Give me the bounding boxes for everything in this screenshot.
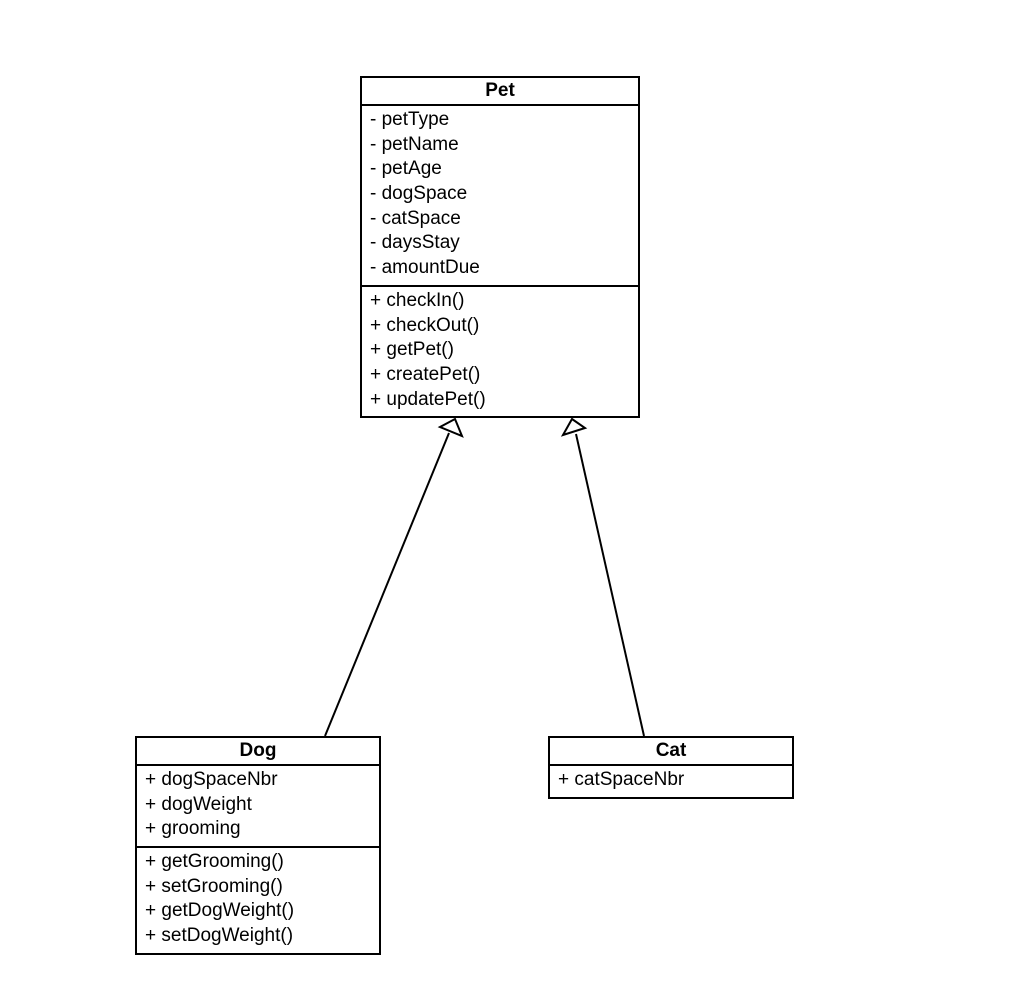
attribute: + dogWeight: [145, 793, 371, 818]
attribute: - petName: [370, 133, 630, 158]
method: + createPet(): [370, 363, 630, 388]
class-dog-name: Dog: [137, 738, 379, 766]
class-dog-methods: + getGrooming() + setGrooming() + getDog…: [137, 848, 379, 953]
attribute: - catSpace: [370, 207, 630, 232]
method: + checkIn(): [370, 289, 630, 314]
method: + getDogWeight(): [145, 899, 371, 924]
attribute: + grooming: [145, 817, 371, 842]
class-pet-methods: + checkIn() + checkOut() + getPet() + cr…: [362, 287, 638, 416]
class-cat: Cat + catSpaceNbr: [548, 736, 794, 799]
attribute: + dogSpaceNbr: [145, 768, 371, 793]
attribute: - petType: [370, 108, 630, 133]
attribute: - dogSpace: [370, 182, 630, 207]
class-pet-name: Pet: [362, 78, 638, 106]
attribute: - daysStay: [370, 231, 630, 256]
method: + setDogWeight(): [145, 924, 371, 949]
class-dog-attributes: + dogSpaceNbr + dogWeight + grooming: [137, 766, 379, 848]
method: + getGrooming(): [145, 850, 371, 875]
class-pet: Pet - petType - petName - petAge - dogSp…: [360, 76, 640, 418]
inheritance-dog-to-pet: [325, 419, 462, 736]
attribute: - amountDue: [370, 256, 630, 281]
method: + getPet(): [370, 338, 630, 363]
attribute: - petAge: [370, 157, 630, 182]
class-dog: Dog + dogSpaceNbr + dogWeight + grooming…: [135, 736, 381, 955]
method: + checkOut(): [370, 314, 630, 339]
method: + setGrooming(): [145, 875, 371, 900]
method: + updatePet(): [370, 388, 630, 413]
inheritance-cat-to-pet: [563, 419, 644, 736]
class-cat-name: Cat: [550, 738, 792, 766]
class-cat-attributes: + catSpaceNbr: [550, 766, 792, 797]
class-pet-attributes: - petType - petName - petAge - dogSpace …: [362, 106, 638, 287]
attribute: + catSpaceNbr: [558, 768, 784, 793]
